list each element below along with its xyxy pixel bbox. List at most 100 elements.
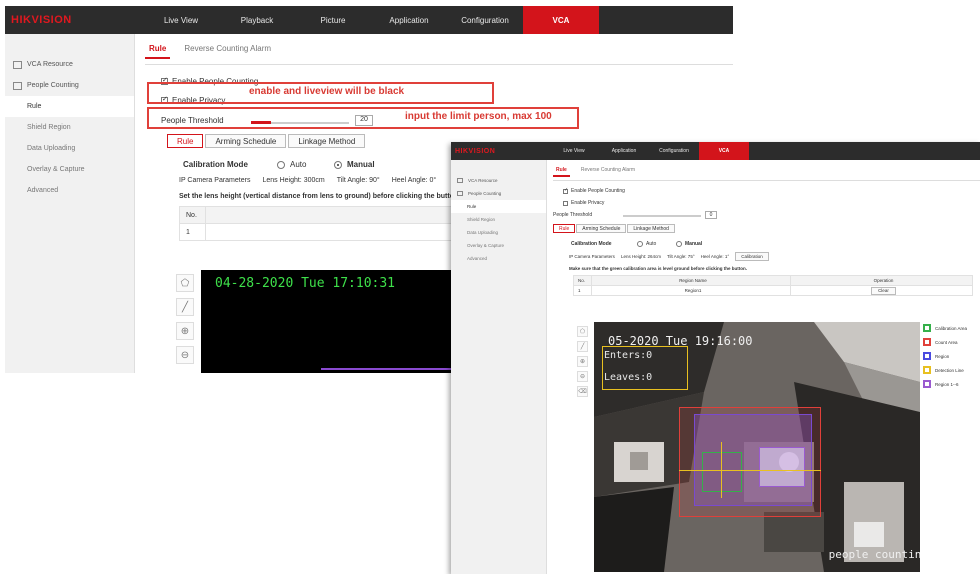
subtab-arming-schedule[interactable]: Arming Schedule (576, 224, 627, 233)
sidebar-item-label: People Counting (468, 191, 502, 196)
nav-item-live-view[interactable]: Live View (549, 142, 599, 160)
sidebar-item-rule[interactable]: Rule (451, 200, 546, 213)
auto-label: Auto (290, 160, 307, 169)
sidebar-item-data-uploading[interactable]: Data Uploading (5, 138, 134, 159)
tab-reverse-counting-alarm[interactable]: Reverse Counting Alarm (578, 167, 638, 177)
threshold-slider-2[interactable] (623, 213, 701, 217)
legend-item: Detection Line (923, 366, 967, 374)
sidebar-item-vca-resource[interactable]: VCA Resource (451, 174, 546, 187)
sidebar-item-people-counting[interactable]: People Counting (451, 187, 546, 200)
line-tool-icon-2[interactable]: ╱ (577, 341, 588, 352)
region-inner-box (759, 447, 805, 487)
subtab-rule[interactable]: Rule (553, 224, 576, 233)
instruction-row-2: Make sure that the green calibration are… (553, 266, 980, 271)
threshold-input-2[interactable]: 0 (705, 211, 717, 219)
nav-item-vca[interactable]: VCA (699, 142, 749, 160)
clear-tool-icon[interactable]: ⌫ (577, 386, 588, 397)
clear-region-button[interactable]: Clear (871, 286, 896, 295)
enable-privacy-checkbox-2[interactable] (563, 200, 568, 206)
top-tabs-2: Rule Reverse Counting Alarm (553, 167, 980, 181)
subtab-rule[interactable]: Rule (167, 134, 204, 148)
nav-item-application[interactable]: Application (599, 142, 649, 160)
manual-radio-2[interactable] (676, 241, 682, 247)
polygon-tool-icon[interactable]: ⬠ (176, 274, 194, 292)
threshold-row-2: People Threshold 0 (553, 211, 980, 219)
table-header-cell: No. (573, 275, 592, 286)
enable-counting-checkbox-2[interactable] (563, 187, 568, 194)
table-header-cell: No. (179, 206, 206, 224)
subtab-linkage-method[interactable]: Linkage Method (627, 224, 675, 233)
section-icon (457, 178, 463, 183)
osd-timestamp-2: 05-2020 Tue 19:16:00 (608, 334, 753, 348)
section-icon (457, 191, 463, 196)
nav-items: Live View Playback Picture Application Confi… (143, 6, 599, 34)
legend-label: Count Area (935, 339, 958, 345)
screenshot-secondary: HIKVISION Live View Application Configurat… (451, 142, 980, 574)
brand-logo-2: HIKVISION (455, 147, 496, 155)
legend-item: Region (923, 352, 967, 360)
polygon-tool-icon-2[interactable]: ⬠ (577, 326, 588, 337)
sidebar-item-shield-region[interactable]: Shield Region (451, 213, 546, 226)
calibration-area-box (702, 452, 742, 492)
sidebar-item-vca-resource[interactable]: VCA Resource (5, 54, 134, 75)
tab-reverse-counting-alarm[interactable]: Reverse Counting Alarm (180, 44, 275, 59)
sidebar-item-shield-region[interactable]: Shield Region (5, 117, 134, 138)
sidebar-item-overlay-capture[interactable]: Overlay & Capture (451, 239, 546, 252)
line-tool-icon[interactable]: ╱ (176, 298, 194, 316)
legend-item: Calibration Area (923, 324, 967, 332)
auto-radio-2[interactable] (637, 241, 643, 247)
sidebar-item-label: Shield Region (467, 217, 496, 222)
sidebar-item-label: Rule (467, 204, 477, 209)
tab-rule[interactable]: Rule (553, 167, 570, 177)
legend-label: Calibration Area (935, 325, 968, 331)
lens-height: Lens Height: 300cm (262, 177, 325, 184)
sidebar-item-label: Data Uploading (467, 230, 499, 235)
table-cell: Clear (789, 285, 974, 296)
tab-rule[interactable]: Rule (145, 44, 171, 59)
auto-radio[interactable] (277, 160, 285, 169)
nav-items-2: Live View Application Configuration VCA (549, 142, 749, 160)
nav-item-live-view[interactable]: Live View (143, 6, 219, 34)
nav-item-configuration[interactable]: Configuration (447, 6, 523, 34)
calibration-button[interactable]: Calibration (735, 252, 769, 261)
detection-line (679, 470, 821, 471)
nav-item-vca[interactable]: VCA (523, 6, 599, 34)
live-video-2[interactable]: 05-2020 Tue 19:16:00 Enters:0 Leaves:0 p… (594, 322, 920, 572)
table-cell: 1 (179, 223, 206, 241)
manual-radio[interactable] (334, 160, 342, 169)
sidebar-item-label: Shield Region (27, 124, 71, 131)
sidebar-item-rule[interactable]: Rule (5, 96, 134, 117)
sidebar-item-label: Overlay & Capture (27, 166, 85, 173)
instruction-text-2: Make sure that the green calibration are… (569, 266, 748, 271)
sidebar-item-overlay-capture[interactable]: Overlay & Capture (5, 159, 134, 180)
nav-item-application[interactable]: Application (371, 6, 447, 34)
sidebar-item-people-counting[interactable]: People Counting (5, 75, 134, 96)
sidebar-item-advanced[interactable]: Advanced (5, 180, 134, 201)
zoom-out-icon-2[interactable]: ⊖ (577, 371, 588, 382)
privacy-annotation-text: enable and liveview will be black (249, 86, 405, 97)
table-row[interactable]: 1 Region1 Clear (573, 285, 974, 296)
threshold-label-2: People Threshold (553, 212, 593, 218)
subtab-arming-schedule[interactable]: Arming Schedule (205, 134, 287, 148)
legend-swatch (923, 380, 931, 388)
legend-swatch (923, 352, 931, 360)
nav-item-playback[interactable]: Playback (219, 6, 295, 34)
table-header-row: No. Region Name Operation (573, 275, 974, 286)
threshold-annotation-text: input the limit person, max 100 (405, 111, 552, 122)
zoom-in-icon[interactable]: ⊕ (176, 322, 194, 340)
top-nav: HIKVISION Live View Playback Picture Applic… (5, 6, 733, 34)
osd-leaves: Leaves:0 (604, 372, 653, 383)
section-icon (13, 60, 22, 69)
manual-label-2: Manual (685, 241, 703, 247)
zoom-in-icon-2[interactable]: ⊕ (577, 356, 588, 367)
region-table-2: No. Region Name Operation 1 Region1 Clear (573, 275, 974, 296)
sidebar-item-data-uploading[interactable]: Data Uploading (451, 226, 546, 239)
legend-label: Region (935, 353, 950, 359)
nav-item-picture[interactable]: Picture (295, 6, 371, 34)
nav-item-configuration[interactable]: Configuration (649, 142, 699, 160)
sidebar-item-advanced[interactable]: Advanced (451, 252, 546, 265)
subtab-linkage-method[interactable]: Linkage Method (288, 134, 366, 148)
zoom-out-icon[interactable]: ⊖ (176, 346, 194, 364)
drawing-tools: ⬠ ╱ ⊕ ⊖ (176, 274, 194, 364)
table-header-cell: Region Name (591, 275, 791, 286)
